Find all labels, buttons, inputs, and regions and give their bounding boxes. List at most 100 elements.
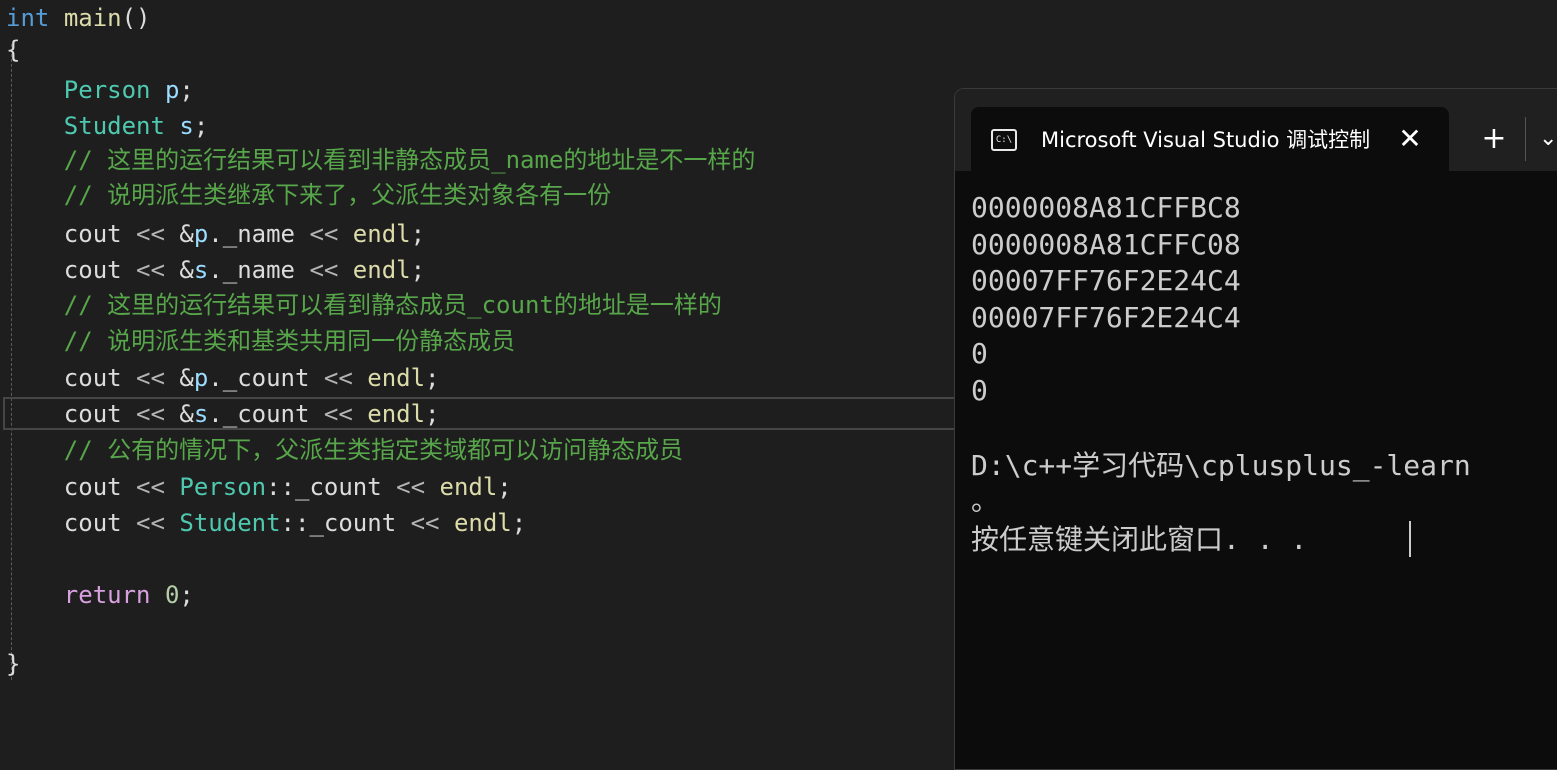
console-output-line: 0000008A81CFFBC8 — [971, 191, 1241, 224]
console-output-line: 。 — [971, 484, 1000, 517]
code-token: << — [309, 364, 368, 392]
code-line[interactable]: int main() — [6, 0, 151, 36]
terminal-icon: C:\ — [991, 129, 1017, 151]
code-token: // 这里的运行结果可以看到非静态成员_name的地址是不一样的 — [63, 146, 756, 174]
code-token: ; — [179, 581, 194, 609]
code-line[interactable]: cout << &p._name << endl; — [6, 216, 425, 252]
code-token: ; — [511, 509, 527, 537]
code-token: cout — [63, 400, 122, 428]
code-line[interactable]: cout << &s._count << endl; — [6, 396, 440, 432]
code-token: cout — [63, 509, 122, 537]
code-token: << — [295, 256, 353, 284]
new-tab-button[interactable]: + — [1477, 119, 1511, 159]
code-token: . — [208, 400, 223, 428]
text-cursor — [1409, 521, 1411, 557]
console-tab[interactable]: C:\ Microsoft Visual Studio 调试控制台 ✕ — [971, 107, 1449, 171]
code-token: cout — [63, 364, 122, 392]
code-token: << — [121, 256, 180, 284]
code-token: & — [179, 364, 194, 392]
console-output-line: 00007FF76F2E24C4 — [971, 264, 1241, 297]
code-token: :: — [266, 473, 295, 501]
code-token: ; — [410, 220, 426, 248]
code-line[interactable]: // 说明派生类继承下来了，父派生类对象各有一份 — [6, 177, 611, 213]
code-token: _count — [222, 400, 310, 428]
code-line[interactable]: cout << Person::_count << endl; — [6, 469, 512, 505]
code-token: << — [121, 364, 180, 392]
code-token: . — [208, 364, 223, 392]
code-token: Person — [179, 473, 267, 501]
code-line[interactable]: cout << &s._name << endl; — [6, 252, 425, 288]
console-output-line: 0000008A81CFFC08 — [971, 228, 1241, 261]
code-token: << — [381, 473, 440, 501]
chevron-down-icon[interactable]: ⌄ — [1539, 119, 1557, 159]
code-token: // 说明派生类和基类共用同一份静态成员 — [63, 327, 516, 355]
code-token: int — [6, 4, 50, 32]
code-token: // 公有的情况下，父派生类指定类域都可以访问静态成员 — [63, 436, 684, 464]
code-token: << — [121, 220, 180, 248]
code-token: Student — [63, 112, 165, 140]
code-token: & — [179, 400, 194, 428]
code-token: endl — [367, 400, 426, 428]
console-output-line: 00007FF76F2E24C4 — [971, 301, 1241, 334]
code-token: Student — [179, 509, 281, 537]
code-token: } — [6, 650, 21, 678]
code-token: s — [193, 400, 209, 428]
code-line[interactable]: { — [6, 32, 20, 68]
code-token: // 这里的运行结果可以看到静态成员_count的地址是一样的 — [63, 291, 722, 319]
code-token: << — [121, 400, 180, 428]
code-token: << — [121, 473, 180, 501]
code-token: _name — [222, 256, 295, 284]
code-line[interactable]: } — [6, 646, 20, 682]
code-token: s — [179, 112, 194, 140]
code-token: p — [164, 76, 180, 104]
code-line[interactable]: cout << &p._count << endl; — [6, 360, 440, 396]
code-token: () — [121, 4, 151, 32]
code-token: _count — [295, 473, 382, 501]
close-icon[interactable]: ✕ — [1395, 121, 1425, 157]
code-token: :: — [280, 509, 310, 537]
code-token: << — [396, 509, 454, 537]
code-token: cout — [63, 220, 122, 248]
code-token: _count — [309, 509, 397, 537]
code-token: main — [63, 4, 122, 32]
code-line[interactable]: // 这里的运行结果可以看到非静态成员_name的地址是不一样的 — [6, 142, 756, 178]
console-tab-title: Microsoft Visual Studio 调试控制台 — [1041, 128, 1371, 152]
console-titlebar[interactable]: C:\ Microsoft Visual Studio 调试控制台 ✕ + ⌄ — [955, 89, 1557, 171]
console-output-line: 0 — [971, 337, 988, 370]
code-line[interactable]: Student s; — [6, 108, 209, 144]
code-line[interactable]: return 0; — [6, 577, 194, 613]
code-token: << — [309, 400, 368, 428]
code-token: << — [295, 220, 353, 248]
code-token: . — [208, 220, 223, 248]
code-line[interactable]: // 说明派生类和基类共用同一份静态成员 — [6, 323, 515, 359]
code-token: cout — [63, 473, 122, 501]
code-token: endl — [453, 509, 512, 537]
code-token: p — [193, 364, 209, 392]
code-token: ; — [425, 364, 440, 392]
console-output-line: 0 — [971, 374, 988, 407]
code-line[interactable]: cout << Student::_count << endl; — [6, 505, 526, 541]
debug-console-window[interactable]: C:\ Microsoft Visual Studio 调试控制台 ✕ + ⌄ … — [954, 88, 1557, 770]
code-line[interactable]: // 公有的情况下，父派生类指定类域都可以访问静态成员 — [6, 432, 683, 468]
code-token: { — [6, 36, 21, 64]
code-line[interactable]: // 这里的运行结果可以看到静态成员_count的地址是一样的 — [6, 287, 722, 323]
code-token: & — [179, 220, 194, 248]
code-token: endl — [352, 220, 411, 248]
code-token: ; — [497, 473, 512, 501]
code-line[interactable]: Person p; — [6, 72, 194, 108]
code-token: _count — [222, 364, 310, 392]
